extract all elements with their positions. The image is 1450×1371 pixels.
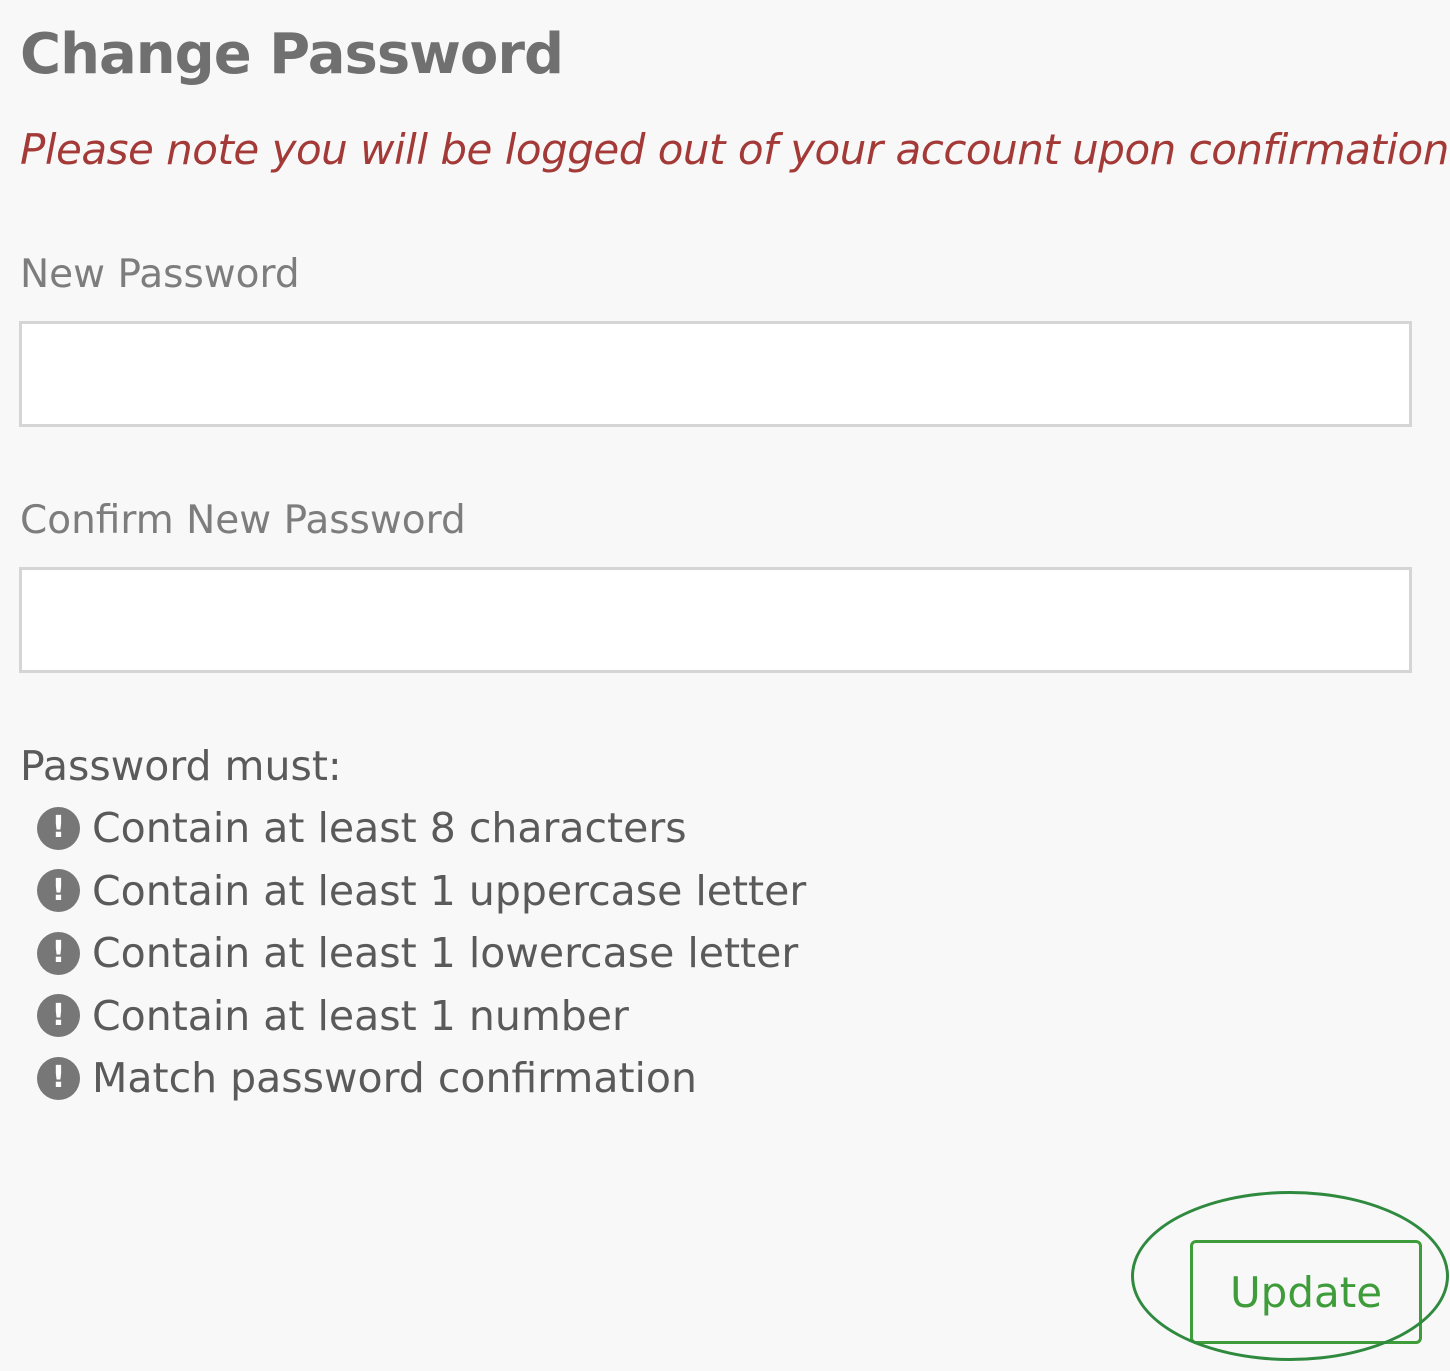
requirement-min-length: ! Contain at least 8 characters <box>37 797 806 860</box>
requirement-text: Contain at least 1 uppercase letter <box>92 866 807 915</box>
requirement-match: ! Match password confirmation <box>37 1047 806 1110</box>
page-title: Change Password <box>20 22 564 87</box>
requirement-text: Contain at least 1 number <box>92 991 629 1040</box>
exclamation-circle-icon: ! <box>37 1056 80 1100</box>
exclamation-circle-icon: ! <box>37 994 80 1038</box>
update-button[interactable]: Update <box>1190 1240 1422 1344</box>
requirement-uppercase: ! Contain at least 1 uppercase letter <box>37 860 806 923</box>
exclamation-circle-icon: ! <box>37 931 80 975</box>
requirement-text: Contain at least 1 lowercase letter <box>92 929 799 978</box>
exclamation-circle-icon: ! <box>37 869 80 913</box>
requirement-number: ! Contain at least 1 number <box>37 985 806 1048</box>
requirement-text: Contain at least 8 characters <box>92 804 687 853</box>
requirements-list: ! Contain at least 8 characters ! Contai… <box>37 797 806 1110</box>
confirm-password-label: Confirm New Password <box>20 498 466 543</box>
confirm-password-input[interactable] <box>19 567 1412 673</box>
new-password-input[interactable] <box>19 321 1412 427</box>
new-password-label: New Password <box>20 252 300 297</box>
requirement-lowercase: ! Contain at least 1 lowercase letter <box>37 922 806 985</box>
requirement-text: Match password confirmation <box>92 1054 697 1103</box>
exclamation-circle-icon: ! <box>37 806 80 850</box>
requirements-heading: Password must: <box>20 742 342 790</box>
logout-notice: Please note you will be logged out of yo… <box>20 125 1449 174</box>
